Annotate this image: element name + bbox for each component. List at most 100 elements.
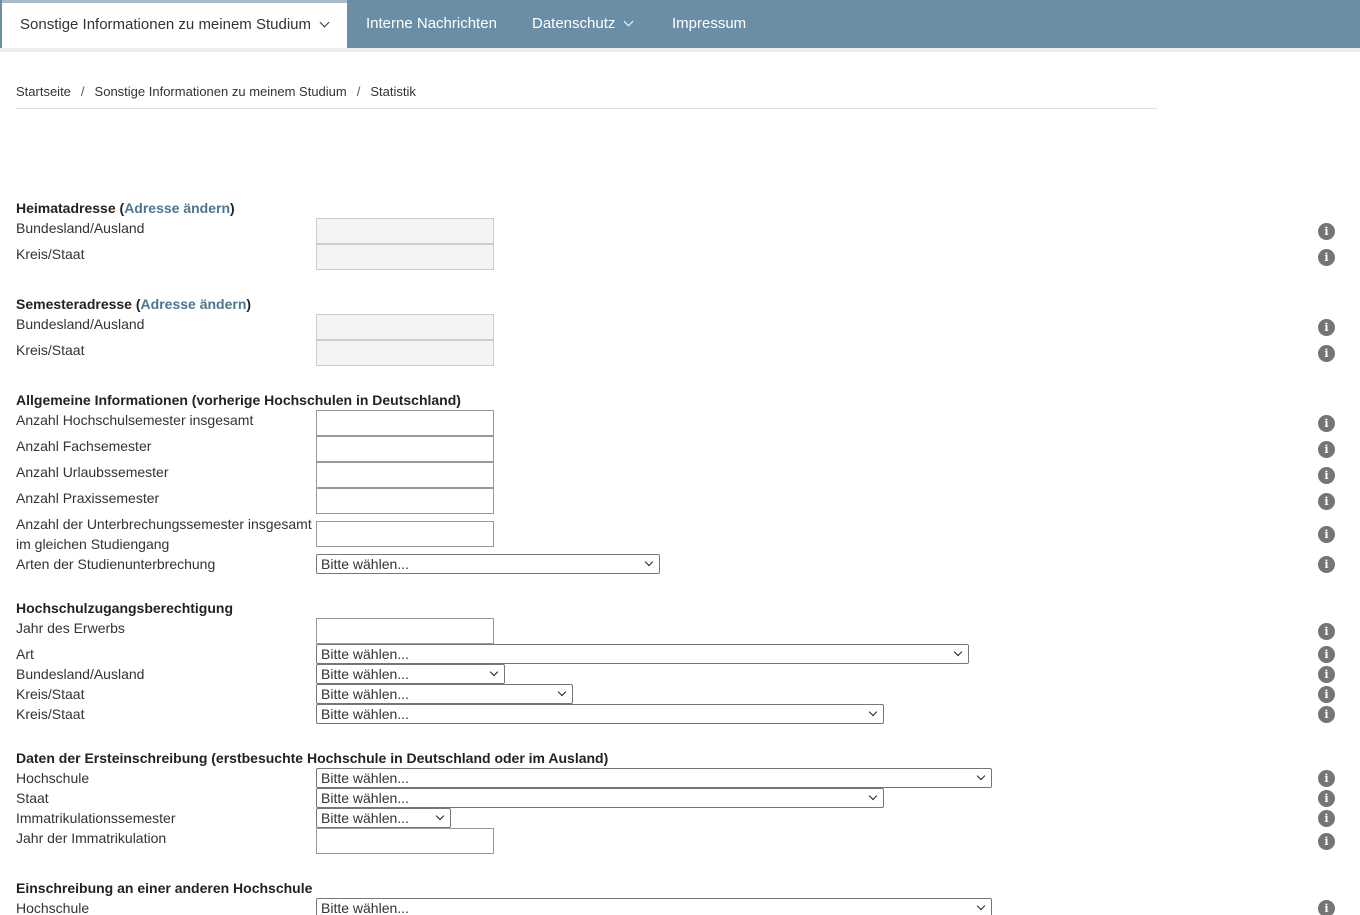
select-value: Bitte wählen... [321, 770, 409, 786]
info-icon[interactable]: i [1318, 249, 1335, 266]
nav-item-label: Impressum [672, 15, 747, 32]
info-icon[interactable]: i [1318, 623, 1335, 640]
paren-close: ) [246, 296, 252, 312]
semester-bundesland-input[interactable] [316, 314, 494, 340]
fachsemester-input[interactable] [316, 436, 494, 462]
jahr-immatrikulation-input[interactable] [316, 828, 494, 854]
breadcrumb: Startseite / Sonstige Informationen zu mei… [16, 84, 1157, 109]
breadcrumb-current-statistik: Statistik [370, 84, 416, 99]
erst-hochschule-select[interactable]: Bitte wählen... [316, 768, 992, 788]
select-value: Bitte wählen... [321, 810, 409, 826]
label-erst-hochschule: Hochschule [16, 770, 90, 786]
nav-item-interne-nachrichten[interactable]: Interne Nachrichten [366, 0, 497, 48]
change-semester-address-link[interactable]: Adresse ändern [141, 296, 247, 312]
studienunterbrechung-select[interactable]: Bitte wählen... [316, 554, 660, 574]
info-icon[interactable]: i [1318, 526, 1335, 543]
label-jahr-des-erwerbs: Jahr des Erwerbs [16, 620, 125, 636]
hzb-kreis-select[interactable]: Bitte wählen... [316, 684, 573, 704]
info-icon[interactable]: i [1318, 319, 1335, 336]
label-andere-hochschule: Hochschule [16, 900, 90, 915]
select-value: Bitte wählen... [321, 646, 409, 662]
info-icon[interactable]: i [1318, 686, 1335, 703]
chevron-down-icon [557, 687, 567, 697]
label-hzb-kreis: Kreis/Staat [16, 686, 85, 702]
top-navigation: Sonstige Informationen zu meinem Studium… [0, 0, 1360, 52]
label-hzb-staat: Kreis/Staat [16, 706, 85, 722]
label-praxissemester: Anzahl Praxissemester [16, 490, 160, 506]
label-hochschulsemester: Anzahl Hochschulsemester insgesamt [16, 412, 254, 428]
section-heading-allgemeine-informationen: Allgemeine Informationen (vorherige Hoch… [16, 392, 461, 408]
info-icon[interactable]: i [1318, 493, 1335, 510]
hochschulsemester-input[interactable] [316, 410, 494, 436]
section-heading-andere-hochschule: Einschreibung an einer anderen Hochschul… [16, 880, 313, 896]
info-icon[interactable]: i [1318, 706, 1335, 723]
nav-item-datenschutz[interactable]: Datenschutz [532, 0, 634, 48]
label-hzb-art: Art [16, 646, 34, 662]
info-icon[interactable]: i [1318, 441, 1335, 458]
breadcrumb-separator: / [356, 84, 361, 99]
nav-item-label: Sonstige Informationen zu meinem Studium [20, 16, 311, 33]
unterbrechungssemester-input[interactable] [316, 521, 494, 547]
info-icon[interactable]: i [1318, 666, 1335, 683]
info-icon[interactable]: i [1318, 223, 1335, 240]
info-icon[interactable]: i [1318, 790, 1335, 807]
info-icon[interactable]: i [1318, 900, 1335, 915]
section-title: Semesteradresse [16, 296, 132, 312]
chevron-down-icon [623, 16, 634, 27]
info-icon[interactable]: i [1318, 345, 1335, 362]
label-semester-kreis: Kreis/Staat [16, 342, 85, 358]
label-hzb-bundesland: Bundesland/Ausland [16, 666, 145, 682]
chevron-down-icon [976, 771, 986, 781]
section-heading-semesteradresse: Semesteradresse (Adresse ändern) [16, 296, 251, 312]
change-home-address-link[interactable]: Adresse ändern [124, 200, 230, 216]
label-immatrikulationssemester: Immatrikulationssemester [16, 810, 176, 826]
info-icon[interactable]: i [1318, 646, 1335, 663]
label-erst-staat: Staat [16, 790, 49, 806]
urlaubssemester-input[interactable] [316, 462, 494, 488]
breadcrumb-separator: / [80, 84, 85, 99]
chevron-down-icon [319, 17, 330, 28]
nav-item-label: Datenschutz [532, 15, 616, 32]
heimat-bundesland-input[interactable] [316, 218, 494, 244]
label-urlaubssemester: Anzahl Urlaubssemester [16, 464, 169, 480]
section-heading-hochschulzugangsberechtigung: Hochschulzugangsberechtigung [16, 600, 234, 616]
info-icon[interactable]: i [1318, 770, 1335, 787]
chevron-down-icon [435, 811, 445, 821]
label-fachsemester: Anzahl Fachsemester [16, 438, 152, 454]
hzb-staat-select[interactable]: Bitte wählen... [316, 704, 884, 724]
info-icon[interactable]: i [1318, 833, 1335, 850]
section-heading-heimatadresse: Heimatadresse (Adresse ändern) [16, 200, 235, 216]
nav-item-impressum[interactable]: Impressum [672, 0, 746, 48]
chevron-down-icon [489, 667, 499, 677]
breadcrumb-startseite[interactable]: Startseite [16, 84, 71, 99]
label-studienunterbrechung: Arten der Studienunterbrechung [16, 556, 216, 572]
erst-staat-select[interactable]: Bitte wählen... [316, 788, 884, 808]
info-icon[interactable]: i [1318, 467, 1335, 484]
chevron-down-icon [868, 707, 878, 717]
select-value: Bitte wählen... [321, 706, 409, 722]
hzb-art-select[interactable]: Bitte wählen... [316, 644, 969, 664]
paren-close: ) [230, 200, 235, 216]
select-value: Bitte wählen... [321, 666, 409, 682]
nav-item-sonstige-informationen[interactable]: Sonstige Informationen zu meinem Studium [2, 0, 347, 52]
info-icon[interactable]: i [1318, 810, 1335, 827]
nav-item-label: Interne Nachrichten [366, 15, 497, 32]
label-unterbrechungssemester: Anzahl der Unterbrechungssemester insges… [16, 516, 312, 532]
label-unterbrechungssemester-line2: im gleichen Studiengang [16, 536, 170, 552]
heimat-kreis-input[interactable] [316, 244, 494, 270]
andere-hochschule-select[interactable]: Bitte wählen... [316, 898, 992, 915]
semester-kreis-input[interactable] [316, 340, 494, 366]
label-jahr-immatrikulation: Jahr der Immatrikulation [16, 830, 167, 846]
chevron-down-icon [953, 647, 963, 657]
praxissemester-input[interactable] [316, 488, 494, 514]
chevron-down-icon [644, 557, 654, 567]
nav-underline [0, 48, 1360, 52]
info-icon[interactable]: i [1318, 556, 1335, 573]
hzb-bundesland-select[interactable]: Bitte wählen... [316, 664, 505, 684]
jahr-des-erwerbs-input[interactable] [316, 618, 494, 644]
immatrikulationssemester-select[interactable]: Bitte wählen... [316, 808, 451, 828]
select-value: Bitte wählen... [321, 790, 409, 806]
info-icon[interactable]: i [1318, 415, 1335, 432]
select-value: Bitte wählen... [321, 556, 409, 572]
breadcrumb-sonstige-informationen[interactable]: Sonstige Informationen zu meinem Studium [95, 84, 347, 99]
